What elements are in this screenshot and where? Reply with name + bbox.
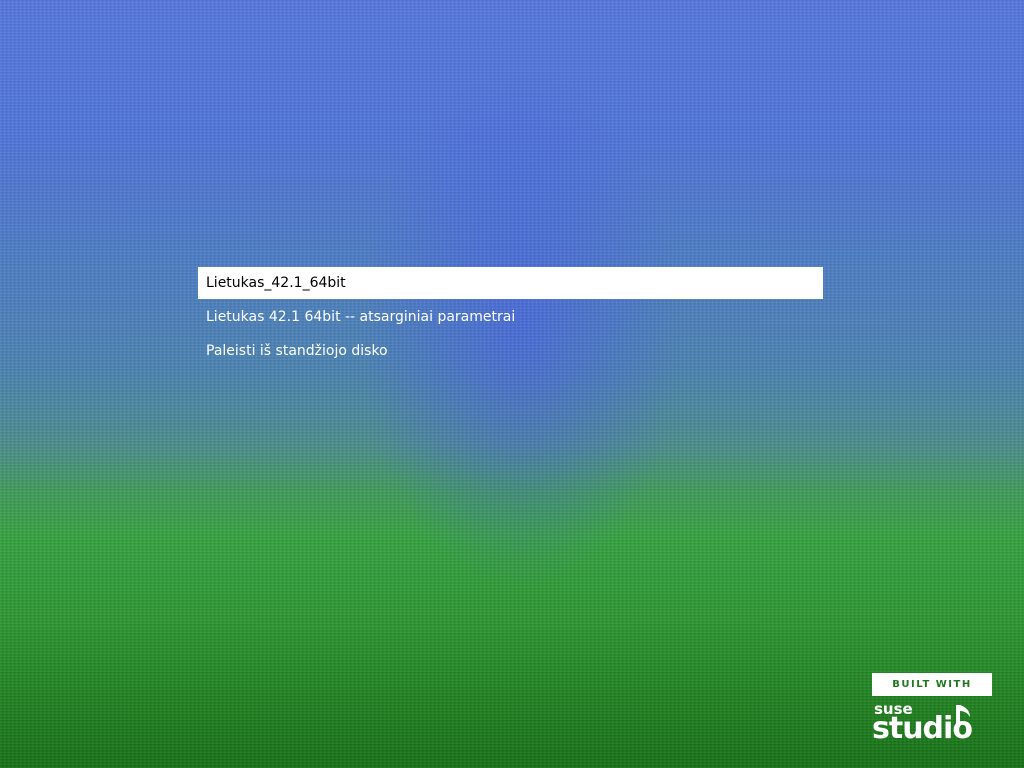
built-with-label: BUILT WITH <box>872 673 992 696</box>
boot-menu: Lietukas_42.1_64bit Lietukas 42.1 64bit … <box>198 267 823 369</box>
background-wallpaper <box>0 0 1024 768</box>
boot-option-hard-disk[interactable]: Paleisti iš standžiojo disko <box>198 335 823 367</box>
suse-studio-badge: BUILT WITH suse studio <box>872 673 992 744</box>
boot-option-failsafe[interactable]: Lietukas 42.1 64bit -- atsarginiai param… <box>198 301 823 333</box>
brand-studio-text: studio <box>872 705 992 744</box>
music-note-icon <box>950 703 974 738</box>
boot-option-default[interactable]: Lietukas_42.1_64bit <box>198 267 823 299</box>
